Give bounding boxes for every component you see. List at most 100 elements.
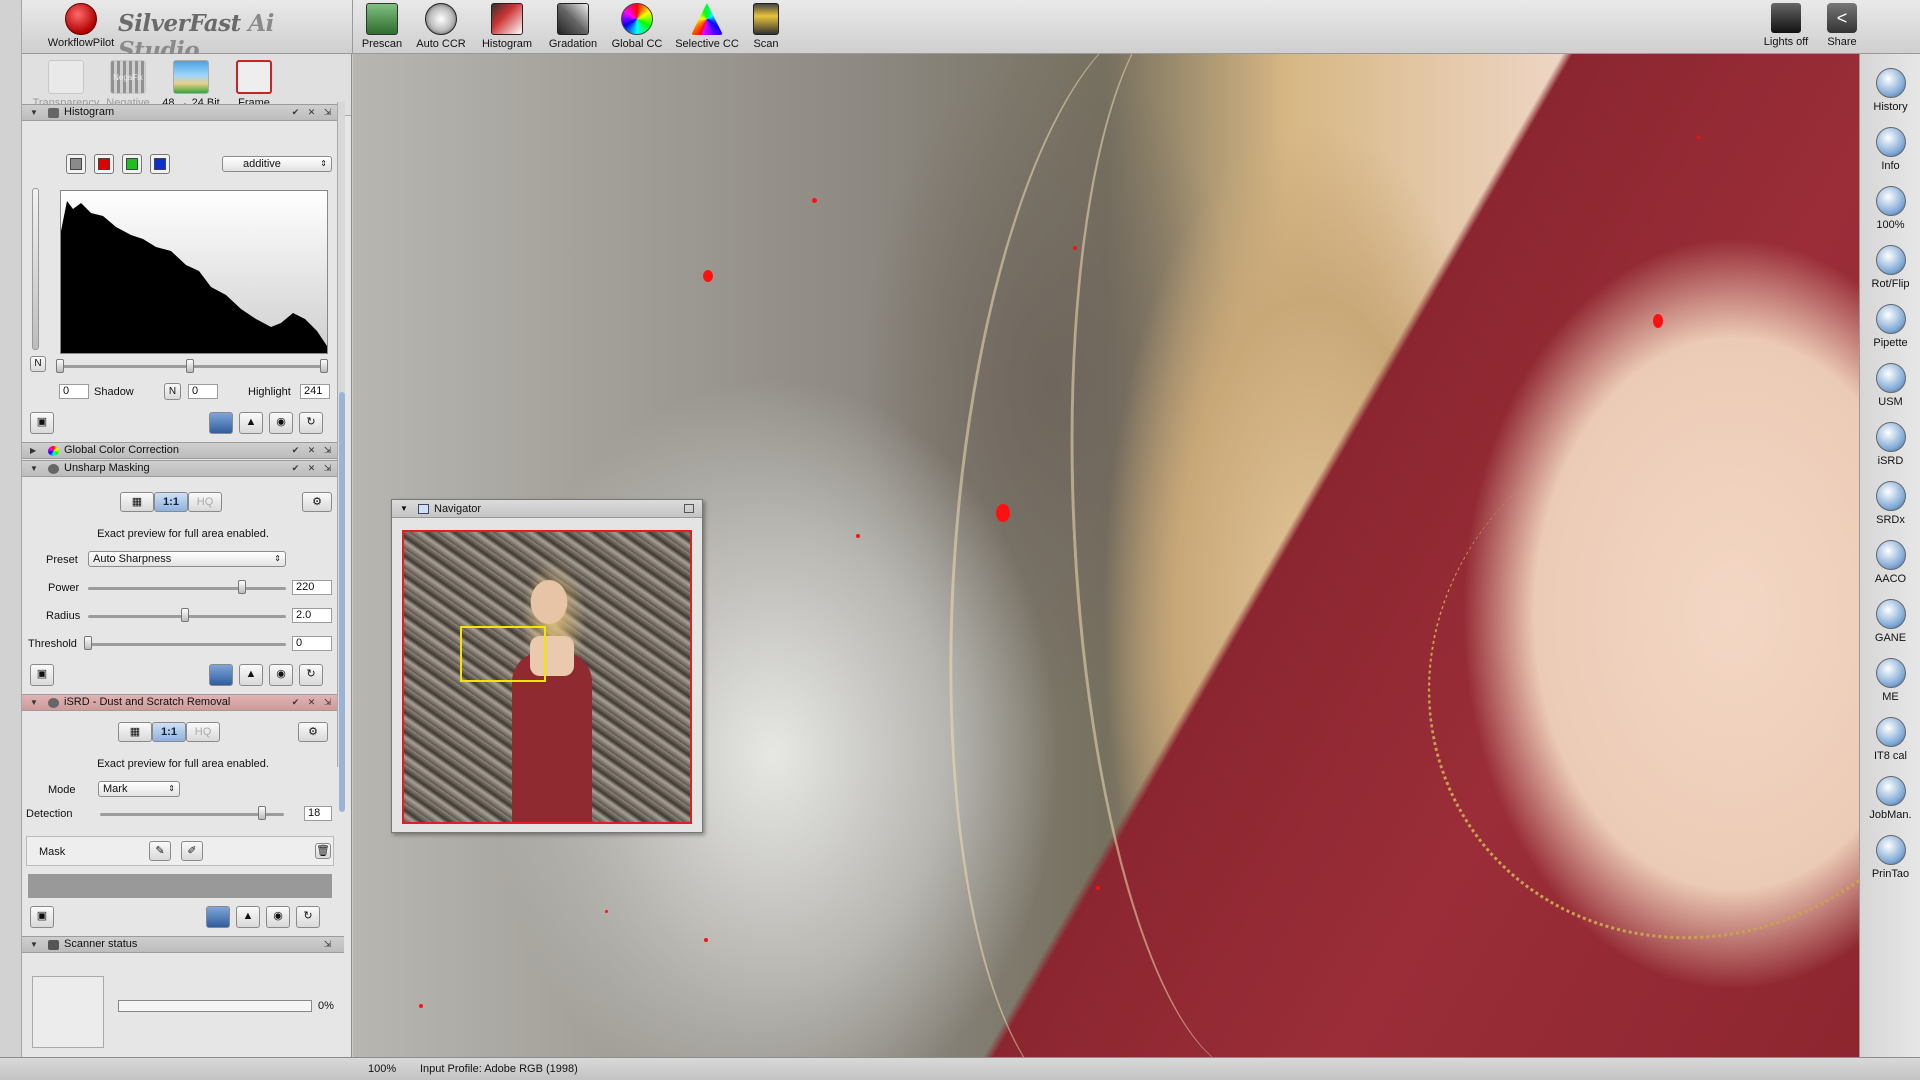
collapse-triangle-icon[interactable]: ▼: [30, 105, 38, 120]
dust-marker[interactable]: [1073, 246, 1077, 250]
close-icon[interactable]: ✕: [306, 107, 317, 118]
histogram-section-header[interactable]: ▼ Histogram ✔ ✕ ⇲: [22, 104, 344, 121]
mask-brush-icon[interactable]: ✎: [149, 841, 171, 861]
navigator-window[interactable]: ▼ Navigator: [391, 499, 703, 833]
shadow-field[interactable]: 0: [59, 384, 89, 399]
dust-marker[interactable]: [703, 270, 713, 282]
detection-field[interactable]: 18: [304, 806, 332, 821]
check-icon[interactable]: ✔: [290, 697, 301, 708]
right-tool-it8[interactable]: IT8 cal: [1860, 717, 1920, 762]
highlight-handle[interactable]: [320, 359, 328, 373]
isrd-section-header[interactable]: ▼ iSRD - Dust and Scratch Removal ✔ ✕ ⇲: [22, 694, 344, 711]
threshold-field[interactable]: 0: [292, 636, 332, 651]
isrd-settings-gear-icon[interactable]: ⚙: [298, 722, 328, 742]
check-icon[interactable]: ✔: [290, 107, 301, 118]
close-icon[interactable]: ✕: [306, 445, 317, 456]
detach-icon[interactable]: ⇲: [322, 463, 333, 474]
selectivecc-button[interactable]: Selective CC: [672, 3, 742, 50]
reset-icon[interactable]: ↻: [296, 906, 320, 928]
collapse-triangle-icon[interactable]: ▼: [30, 937, 38, 952]
right-tool-usm[interactable]: USM: [1860, 363, 1920, 408]
right-tool-aaco[interactable]: AACO: [1860, 540, 1920, 585]
dust-marker[interactable]: [1653, 314, 1663, 328]
midtone-handle[interactable]: [186, 359, 194, 373]
workflowpilot-button[interactable]: WorkflowPilot: [36, 3, 126, 49]
mid-neutral-button[interactable]: N: [164, 383, 181, 400]
right-tool-pipette[interactable]: Pipette: [1860, 304, 1920, 349]
power-slider-handle[interactable]: [238, 580, 247, 594]
right-tool-gane[interactable]: GANE: [1860, 599, 1920, 644]
navigator-view-frame[interactable]: [460, 626, 546, 682]
collapse-triangle-icon[interactable]: ▼: [30, 695, 38, 710]
usm-hq-button[interactable]: HQ: [188, 492, 222, 512]
scan-button[interactable]: Scan: [748, 3, 784, 50]
negative-mode[interactable]: NegaFix Negative: [92, 60, 164, 109]
mask-pen-icon[interactable]: ✐: [181, 841, 203, 861]
save-icon[interactable]: ▣: [30, 664, 54, 686]
dust-marker[interactable]: [996, 504, 1010, 522]
globalcc-button[interactable]: Global CC: [608, 3, 666, 50]
save-icon[interactable]: ▣: [30, 906, 54, 928]
histogram-vertical-scale[interactable]: [32, 188, 39, 350]
reset-icon[interactable]: ↻: [299, 664, 323, 686]
panel-scrollbar[interactable]: [337, 102, 345, 812]
help-icon[interactable]: [209, 412, 233, 434]
dust-marker[interactable]: [1697, 136, 1700, 139]
dust-marker[interactable]: [812, 198, 817, 203]
highlight-field[interactable]: 241: [300, 384, 330, 399]
lights-off-button[interactable]: Lights off: [1758, 3, 1814, 48]
expert-icon[interactable]: ▲: [236, 906, 260, 928]
global-cc-section-header[interactable]: ▶ Global Color Correction ✔ ✕ ⇲: [22, 442, 344, 459]
detach-icon[interactable]: ⇲: [322, 445, 333, 456]
check-icon[interactable]: ✔: [290, 445, 301, 456]
histogram-chart[interactable]: [60, 190, 328, 354]
radius-field[interactable]: 2.0: [292, 608, 332, 623]
shadow-handle[interactable]: [56, 359, 64, 373]
threshold-slider-handle[interactable]: [84, 636, 92, 650]
radius-slider-handle[interactable]: [181, 608, 190, 622]
right-tool-jobman[interactable]: JobMan.: [1860, 776, 1920, 821]
histogram-range-slider[interactable]: [60, 365, 328, 368]
navigator-thumbnail[interactable]: [402, 530, 692, 824]
dust-marker[interactable]: [856, 534, 860, 538]
bitdepth-mode[interactable]: 48 → 24 Bit: [155, 60, 227, 109]
expert-icon[interactable]: ▲: [239, 664, 263, 686]
isrd-1to1-button[interactable]: 1:1: [152, 722, 186, 742]
usm-section-header[interactable]: ▼ Unsharp Masking ✔ ✕ ⇲: [22, 460, 344, 477]
midtone-field[interactable]: 0: [188, 384, 218, 399]
dust-marker[interactable]: [704, 938, 708, 942]
mask-trash-icon[interactable]: 🗑: [315, 843, 331, 859]
prescan-button[interactable]: Prescan: [358, 3, 406, 50]
right-tool-history[interactable]: History: [1860, 68, 1920, 113]
preset-select[interactable]: Auto Sharpness ⇕: [88, 551, 286, 567]
dust-marker[interactable]: [1096, 886, 1100, 890]
channel-green-button[interactable]: [122, 154, 142, 174]
scanner-status-header[interactable]: ▼ Scanner status ⇲: [22, 936, 344, 953]
frame-mode[interactable]: Frame: [218, 60, 290, 109]
channel-blue-button[interactable]: [150, 154, 170, 174]
close-icon[interactable]: ✕: [306, 697, 317, 708]
histogram-mode-select[interactable]: additive ⇕: [222, 156, 332, 172]
right-tool-zoom[interactable]: 100%: [1860, 186, 1920, 231]
detection-slider[interactable]: [100, 813, 284, 816]
video-help-icon[interactable]: ◉: [269, 664, 293, 686]
isrd-preview-area-button[interactable]: ▦: [118, 722, 152, 742]
usm-1to1-button[interactable]: 1:1: [154, 492, 188, 512]
isrd-mode-select[interactable]: Mark ⇕: [98, 781, 180, 797]
expert-icon[interactable]: ▲: [239, 412, 263, 434]
collapse-triangle-icon[interactable]: ▼: [400, 500, 408, 518]
collapse-triangle-icon[interactable]: ▼: [30, 461, 38, 476]
threshold-slider[interactable]: [88, 643, 286, 646]
autoccr-button[interactable]: Auto CCR: [412, 3, 470, 50]
isrd-hq-button[interactable]: HQ: [186, 722, 220, 742]
help-icon[interactable]: [206, 906, 230, 928]
dust-marker[interactable]: [419, 1004, 423, 1008]
video-help-icon[interactable]: ◉: [269, 412, 293, 434]
detection-slider-handle[interactable]: [257, 806, 266, 820]
power-field[interactable]: 220: [292, 580, 332, 595]
gradation-button[interactable]: Gradation: [544, 3, 602, 50]
channel-red-button[interactable]: [94, 154, 114, 174]
help-icon[interactable]: [209, 664, 233, 686]
reset-icon[interactable]: ↻: [299, 412, 323, 434]
right-tool-info[interactable]: Info: [1860, 127, 1920, 172]
